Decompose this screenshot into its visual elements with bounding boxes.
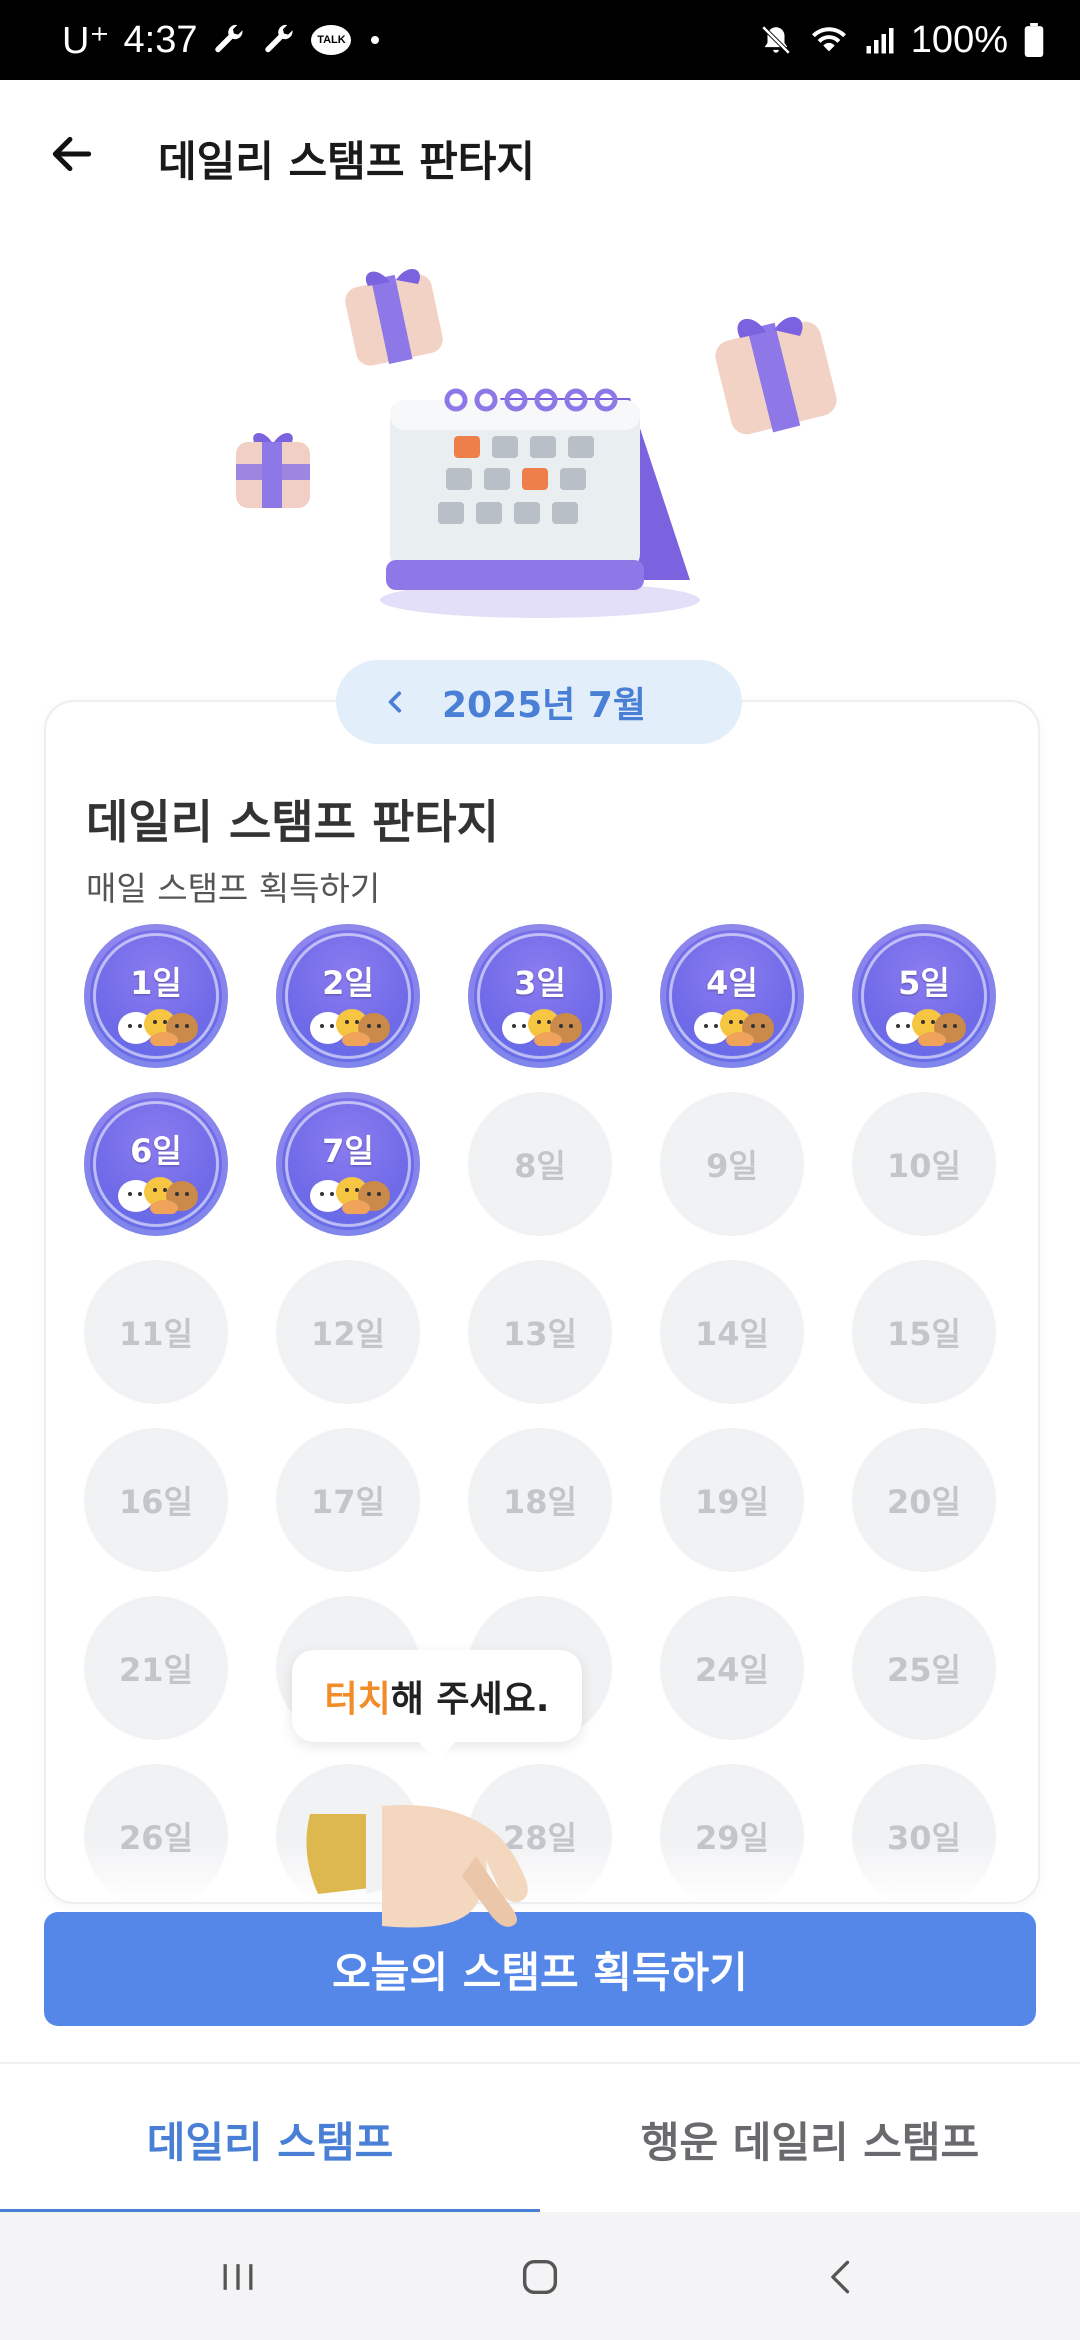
day-label: 17일: [311, 1483, 385, 1521]
wifi-icon: [809, 23, 849, 57]
day-label: 26일: [119, 1819, 193, 1857]
character-stamp-icon: [310, 1177, 390, 1214]
day-stamp-14[interactable]: 14일: [660, 1260, 804, 1404]
day-stamp-13[interactable]: 13일: [468, 1260, 612, 1404]
day-stamp-10[interactable]: 10일: [852, 1092, 996, 1236]
status-bar: U⁺ 4:37 TALK 100%: [0, 0, 1080, 80]
back-button[interactable]: [40, 122, 104, 186]
back-icon: [831, 2260, 850, 2294]
character-stamp-icon: [502, 1009, 582, 1046]
day-stamp-16[interactable]: 16일: [84, 1428, 228, 1572]
day-label: 29일: [695, 1819, 769, 1857]
day-stamp-7[interactable]: 7일: [276, 1092, 420, 1236]
card-subtitle: 매일 스탬프 획득하기: [86, 869, 381, 908]
arrow-left-icon: [52, 136, 92, 172]
bottom-tabs: 데일리 스탬프 행운 데일리 스탬프: [0, 2062, 1080, 2214]
day-stamp-21[interactable]: 21일: [84, 1596, 228, 1740]
tooltip-highlight: 터치: [324, 1679, 391, 1720]
wrench-icon: [261, 22, 297, 58]
day-label: 3일: [514, 964, 566, 1002]
day-stamp-2[interactable]: 2일: [276, 924, 420, 1068]
character-stamp-icon: [310, 1009, 390, 1046]
day-stamp-17[interactable]: 17일: [276, 1428, 420, 1572]
day-label: 12일: [311, 1315, 385, 1353]
tooltip-text: 해 주세요.: [390, 1679, 550, 1720]
day-label: 25일: [887, 1651, 961, 1689]
tab-lucky-daily-stamp[interactable]: 행운 데일리 스탬프: [540, 2064, 1080, 2214]
stamp-grid: 1일 2일 3일 4일 5일 6일 7일 8일 9일 10일 11일 12일 13일 14일 15일 16일 1…: [84, 924, 1004, 1902]
day-stamp-4[interactable]: 4일: [660, 924, 804, 1068]
day-label: 21일: [119, 1651, 193, 1689]
day-stamp-6[interactable]: 6일: [84, 1092, 228, 1236]
day-label: 19일: [695, 1483, 769, 1521]
recents-icon: [223, 2264, 253, 2290]
day-stamp-19[interactable]: 19일: [660, 1428, 804, 1572]
day-stamp-8[interactable]: 8일: [468, 1092, 612, 1236]
gift-icon: [345, 268, 443, 366]
mute-icon: [759, 23, 793, 57]
gift-icon: [715, 316, 837, 435]
month-selector: 2025년 7월: [336, 660, 742, 744]
day-stamp-25[interactable]: 25일: [852, 1596, 996, 1740]
day-label: 6일: [130, 1132, 182, 1170]
recents-button[interactable]: [188, 2242, 288, 2312]
character-stamp-icon: [118, 1009, 198, 1046]
calendar-icon: [380, 388, 700, 618]
signal-icon: [865, 25, 895, 55]
calendar-gift-illustration: [200, 260, 880, 640]
day-label: 15일: [887, 1315, 961, 1353]
day-stamp-15[interactable]: 15일: [852, 1260, 996, 1404]
character-stamp-icon: [694, 1009, 774, 1046]
day-label: 24일: [695, 1651, 769, 1689]
page-title: 데일리 스탬프 판타지: [158, 137, 536, 186]
character-stamp-icon: [886, 1009, 966, 1046]
pointing-hand-icon: [296, 1786, 556, 1956]
day-label: 7일: [322, 1132, 374, 1170]
day-stamp-9[interactable]: 9일: [660, 1092, 804, 1236]
day-stamp-3[interactable]: 3일: [468, 924, 612, 1068]
chevron-left-icon: [388, 691, 402, 713]
character-stamp-icon: [118, 1177, 198, 1214]
battery-icon: [1024, 23, 1044, 57]
touch-tooltip: 터치 해 주세요.: [292, 1650, 582, 1762]
day-label: 11일: [119, 1315, 193, 1353]
notification-dot: [371, 36, 380, 44]
day-stamp-11[interactable]: 11일: [84, 1260, 228, 1404]
day-label: 8일: [514, 1147, 566, 1185]
day-label: 16일: [119, 1483, 193, 1521]
day-label: 14일: [695, 1315, 769, 1353]
nav-back-button[interactable]: [792, 2242, 892, 2312]
previous-month-button[interactable]: [376, 682, 416, 722]
day-stamp-18[interactable]: 18일: [468, 1428, 612, 1572]
carrier-label: U⁺: [62, 19, 110, 62]
kakaotalk-icon: TALK: [311, 25, 352, 55]
day-stamp-12[interactable]: 12일: [276, 1260, 420, 1404]
day-stamp-1[interactable]: 1일: [84, 924, 228, 1068]
month-label: 2025년 7월: [441, 685, 647, 726]
gift-icon: [236, 432, 310, 508]
tab-daily-stamp[interactable]: 데일리 스탬프: [0, 2064, 540, 2214]
system-nav-bar: [0, 2212, 1080, 2340]
day-label: 9일: [706, 1147, 758, 1185]
wrench-icon: [211, 22, 247, 58]
battery-percent: 100%: [910, 18, 1008, 61]
day-stamp-24[interactable]: 24일: [660, 1596, 804, 1740]
day-label: 13일: [503, 1315, 577, 1353]
day-label: 30일: [887, 1819, 961, 1857]
day-label: 20일: [887, 1483, 961, 1521]
clock: 4:37: [123, 18, 198, 61]
day-label: 4일: [706, 964, 758, 1002]
day-label: 5일: [898, 964, 950, 1002]
day-label: 2일: [322, 964, 374, 1002]
day-stamp-20[interactable]: 20일: [852, 1428, 996, 1572]
card-title: 데일리 스탬프 판타지: [86, 795, 499, 849]
day-stamp-5[interactable]: 5일: [852, 924, 996, 1068]
day-label: 10일: [887, 1147, 961, 1185]
home-icon: [522, 2259, 558, 2295]
app-header: 데일리 스탬프 판타지: [0, 80, 1080, 230]
day-label: 1일: [130, 964, 182, 1002]
home-button[interactable]: [490, 2242, 590, 2312]
day-label: 18일: [503, 1483, 577, 1521]
